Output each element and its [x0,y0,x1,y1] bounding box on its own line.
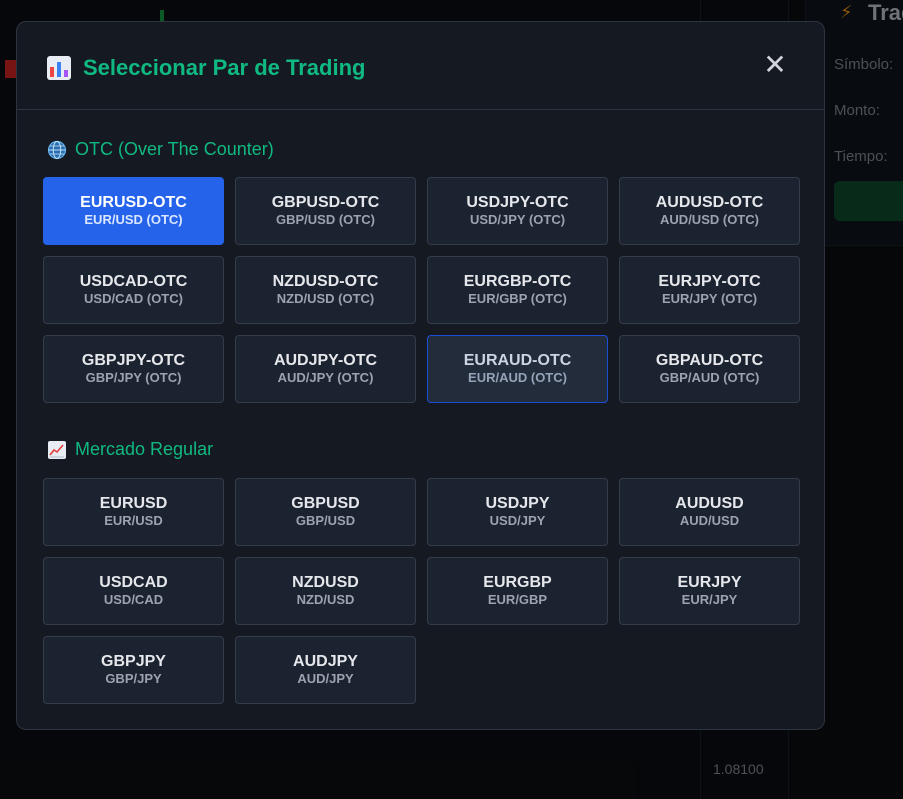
bar-chart-icon [47,56,71,80]
pair-symbol: GBPUSD [291,495,360,512]
section-title-regular: Mercado Regular [47,439,213,460]
pair-symbol: USDCAD-OTC [79,273,188,290]
pair-button-usdcad[interactable]: USDCAD USD/CAD [43,557,224,625]
pair-label: EUR/JPY [681,592,738,607]
pair-symbol: EURUSD-OTC [80,194,187,211]
pair-label: AUD/USD [679,513,740,528]
pair-button-audusd-otc[interactable]: AUDUSD-OTC AUD/USD (OTC) [619,177,800,245]
pair-button-audjpy[interactable]: AUDJPY AUD/JPY [235,636,416,704]
pair-label: GBP/JPY [105,671,162,686]
pair-label: USD/CAD (OTC) [84,291,183,306]
pair-symbol: USDJPY [485,495,550,512]
pair-symbol: GBPAUD-OTC [655,352,764,369]
pair-label: GBP/JPY (OTC) [85,370,182,385]
pair-button-usdcad-otc[interactable]: USDCAD-OTC USD/CAD (OTC) [43,256,224,324]
otc-pairs-grid: EURUSD-OTC EUR/USD (OTC) GBPUSD-OTC GBP/USD… [43,177,800,403]
close-button[interactable]: ✕ [762,50,788,80]
pair-label: EUR/GBP [487,592,548,607]
pair-selector-modal: Seleccionar Par de Trading ✕ OTC (Over T… [16,21,825,730]
pair-button-audjpy-otc[interactable]: AUDJPY-OTC AUD/JPY (OTC) [235,335,416,403]
pair-button-gbpusd[interactable]: GBPUSD GBP/USD [235,478,416,546]
pair-label: EUR/USD [104,513,163,528]
section-title-otc: OTC (Over The Counter) [47,139,274,160]
pair-label: GBP/USD [295,513,356,528]
pair-label: GBP/USD (OTC) [276,212,375,227]
pair-symbol: GBPUSD-OTC [271,194,380,211]
pair-label: EUR/AUD (OTC) [468,370,567,385]
pair-symbol: USDJPY-OTC [466,194,569,211]
pair-label: EUR/GBP (OTC) [468,291,567,306]
pair-symbol: EURAUD-OTC [463,352,572,369]
pair-label: AUD/JPY [297,671,354,686]
pair-button-gbpusd-otc[interactable]: GBPUSD-OTC GBP/USD (OTC) [235,177,416,245]
pair-symbol: USDCAD [99,574,168,591]
pair-button-usdjpy[interactable]: USDJPY USD/JPY [427,478,608,546]
modal-title: Seleccionar Par de Trading [83,55,366,80]
pair-symbol: AUDJPY-OTC [273,352,378,369]
globe-icon [47,140,67,159]
pair-button-euraud-otc[interactable]: EURAUD-OTC EUR/AUD (OTC) [427,335,608,403]
pair-button-gbpaud-otc[interactable]: GBPAUD-OTC GBP/AUD (OTC) [619,335,800,403]
pair-symbol: AUDUSD [675,495,744,512]
pair-button-gbpjpy[interactable]: GBPJPY GBP/JPY [43,636,224,704]
pair-symbol: EURJPY-OTC [658,273,761,290]
pair-label: EUR/JPY (OTC) [661,291,758,306]
pair-label: EUR/USD (OTC) [84,212,183,227]
pair-button-nzdusd-otc[interactable]: NZDUSD-OTC NZD/USD (OTC) [235,256,416,324]
pair-label: USD/JPY [489,513,546,528]
pair-symbol: NZDUSD [292,574,359,591]
pair-button-eurusd[interactable]: EURUSD EUR/USD [43,478,224,546]
pair-button-usdjpy-otc[interactable]: USDJPY-OTC USD/JPY (OTC) [427,177,608,245]
modal-header: Seleccionar Par de Trading ✕ [17,22,824,110]
pair-symbol: EURGBP-OTC [463,273,572,290]
pair-symbol: GBPJPY [101,653,166,670]
pair-symbol: EURUSD [99,495,168,512]
pair-symbol: EURGBP [483,574,552,591]
pair-button-eurgbp[interactable]: EURGBP EUR/GBP [427,557,608,625]
pair-label: AUD/JPY (OTC) [277,370,374,385]
pair-label: USD/JPY (OTC) [469,212,566,227]
pair-symbol: EURJPY [677,574,742,591]
pair-label: NZD/USD [296,592,355,607]
pair-button-audusd[interactable]: AUDUSD AUD/USD [619,478,800,546]
section-title-label: Mercado Regular [75,439,214,459]
pair-button-eurgbp-otc[interactable]: EURGBP-OTC EUR/GBP (OTC) [427,256,608,324]
pair-symbol: GBPJPY-OTC [81,352,186,369]
pair-button-gbpjpy-otc[interactable]: GBPJPY-OTC GBP/JPY (OTC) [43,335,224,403]
pair-button-eurusd-otc[interactable]: EURUSD-OTC EUR/USD (OTC) [43,177,224,245]
section-title-label: OTC (Over The Counter) [75,139,274,159]
pair-symbol: AUDJPY [293,653,358,670]
pair-button-nzdusd[interactable]: NZDUSD NZD/USD [235,557,416,625]
pair-button-eurjpy-otc[interactable]: EURJPY-OTC EUR/JPY (OTC) [619,256,800,324]
regular-pairs-grid: EURUSD EUR/USD GBPUSD GBP/USD USDJPY USD/JPY A… [43,478,800,704]
pair-label: AUD/USD (OTC) [660,212,759,227]
pair-label: GBP/AUD (OTC) [659,370,760,385]
trending-chart-icon [48,440,66,459]
pair-symbol: AUDUSD-OTC [655,194,764,211]
pair-label: USD/CAD [103,592,164,607]
pair-button-eurjpy[interactable]: EURJPY EUR/JPY [619,557,800,625]
pair-symbol: NZDUSD-OTC [272,273,379,290]
pair-label: NZD/USD (OTC) [276,291,375,306]
